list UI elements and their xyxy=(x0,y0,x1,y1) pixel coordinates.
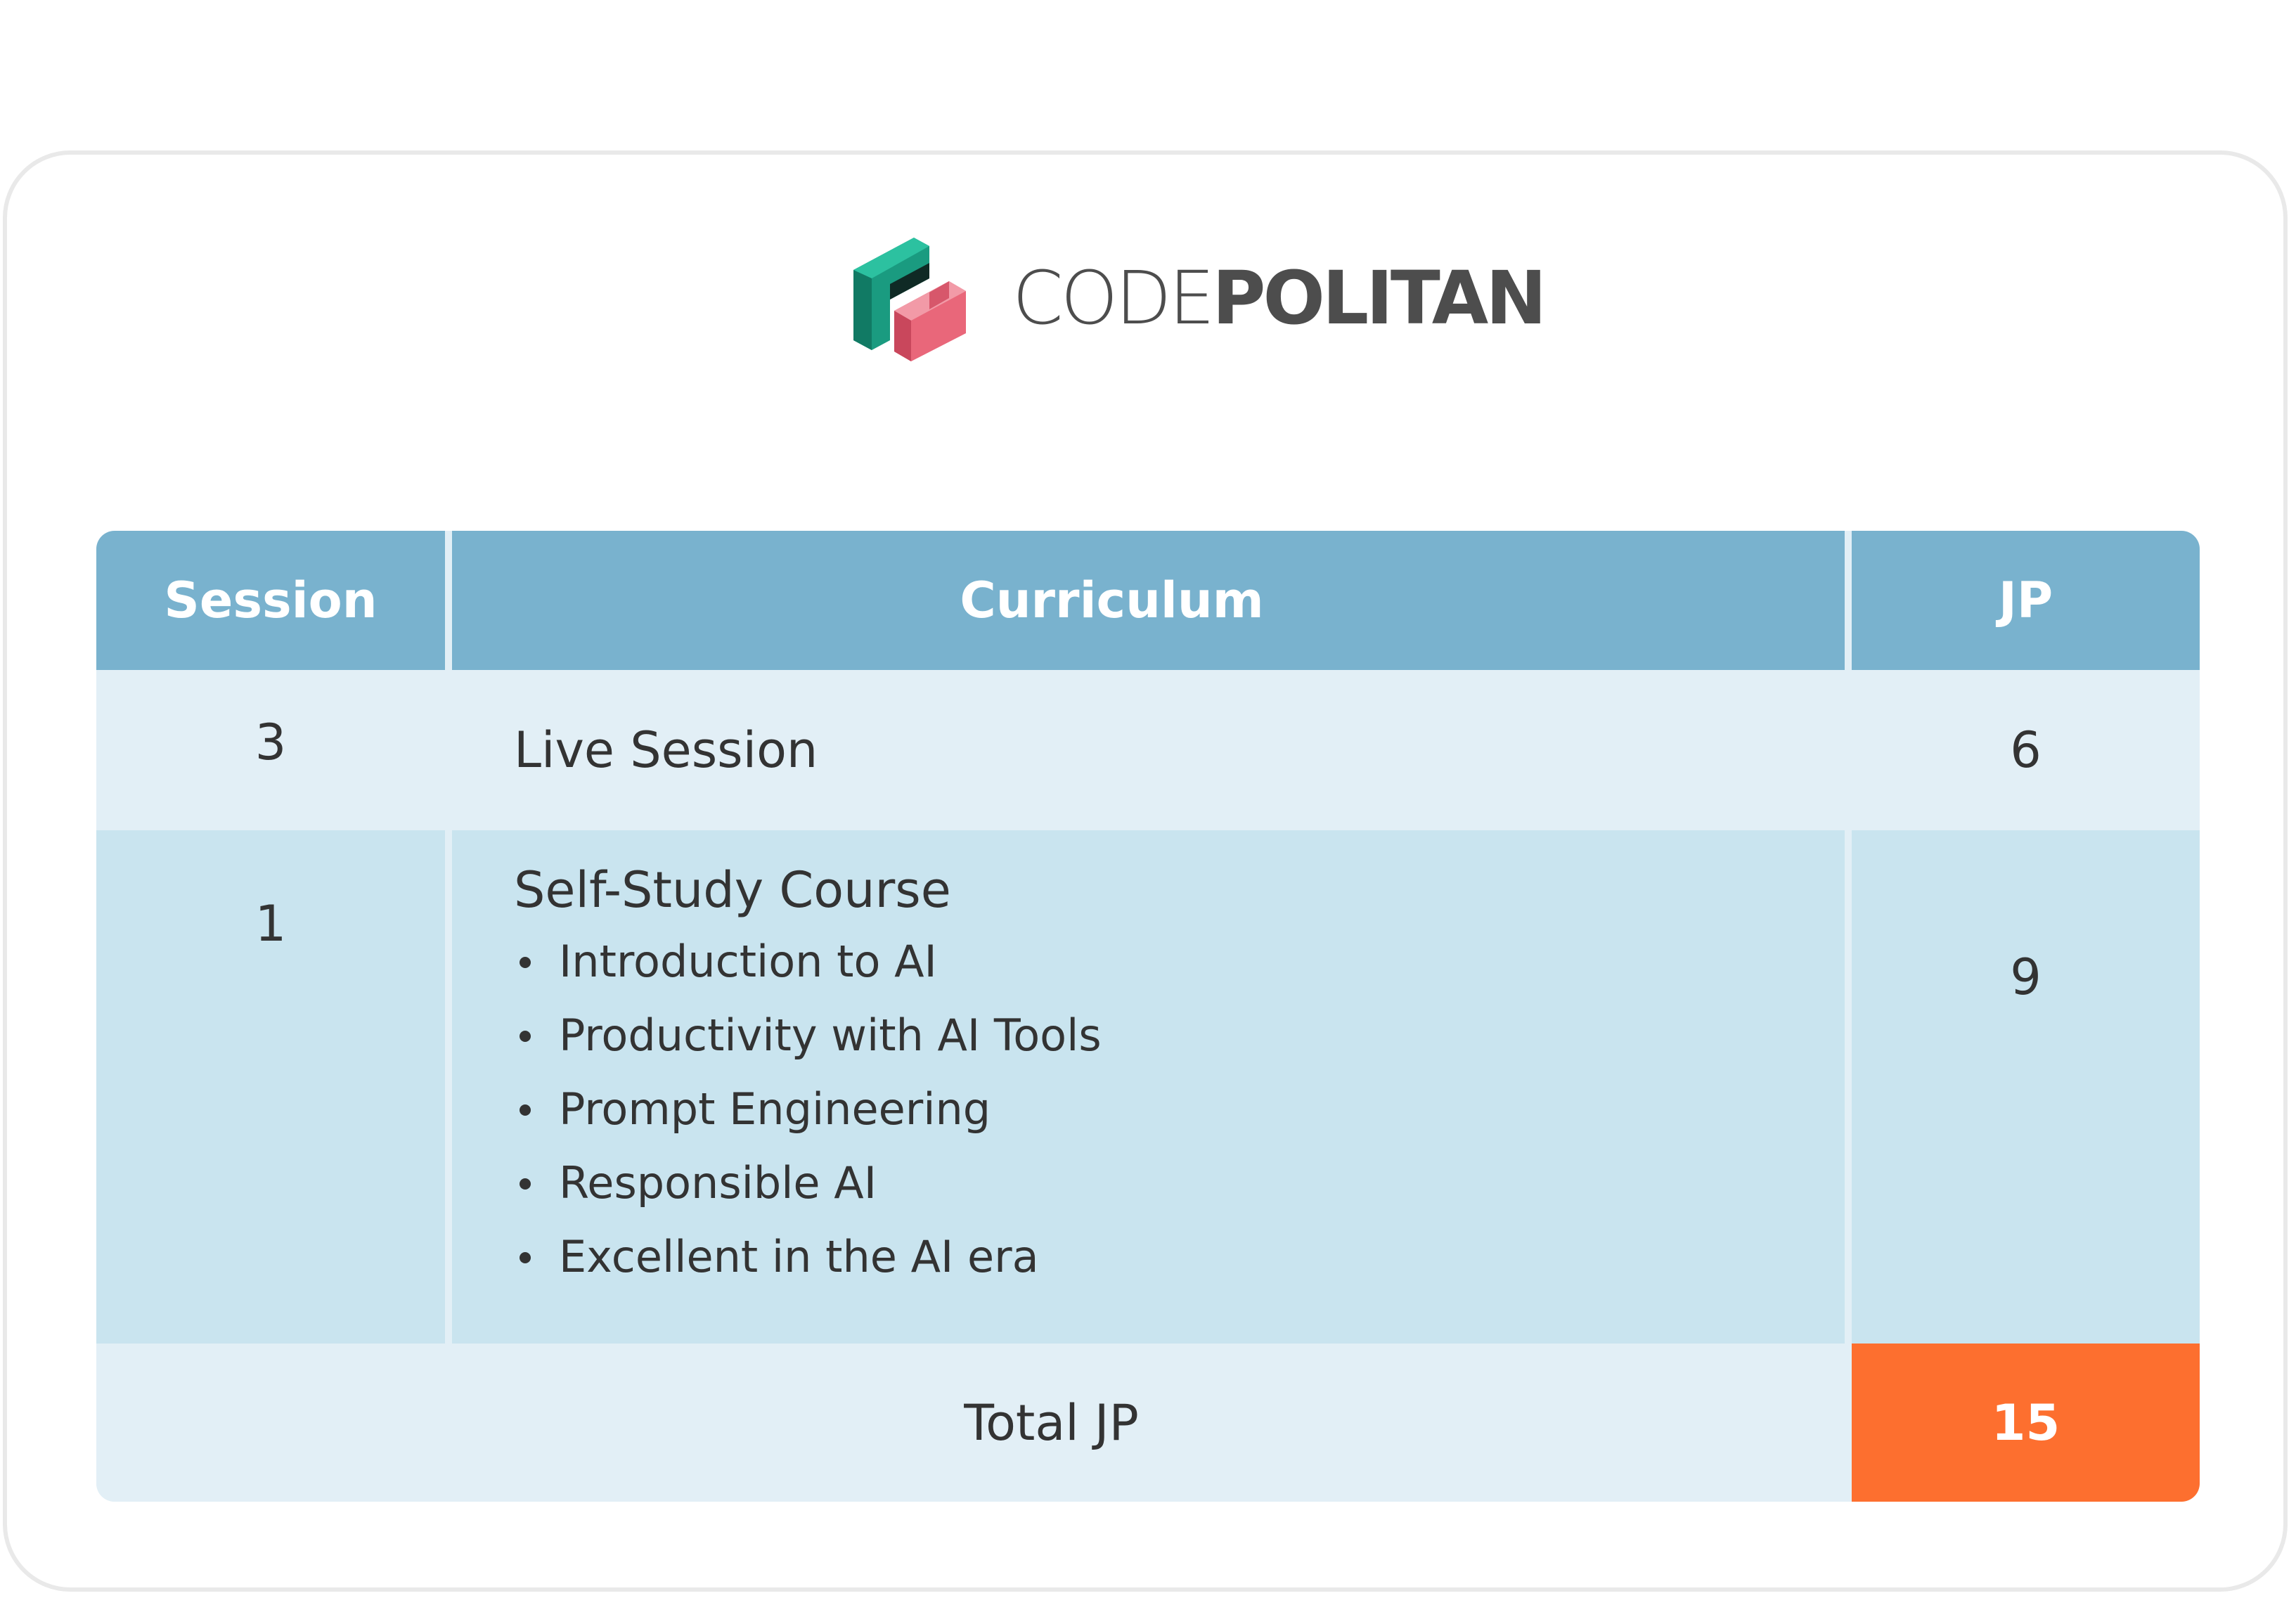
list-item: Excellent in the AI era xyxy=(514,1220,1102,1294)
row-2-jp: 9 xyxy=(1852,830,2200,1344)
codepolitan-logo-icon xyxy=(853,238,966,361)
total-label: Total JP xyxy=(96,1344,1852,1502)
list-item: Introduction to AI xyxy=(514,924,1102,998)
list-item: Prompt Engineering xyxy=(514,1072,1102,1146)
header-session: Session xyxy=(96,531,445,670)
row-2-title: Self-Study Course xyxy=(514,861,951,919)
wordmark-bold: POLITAN xyxy=(1212,255,1547,341)
row-1-jp: 6 xyxy=(1852,677,2200,823)
row-1-session: 3 xyxy=(96,677,445,823)
total-value: 15 xyxy=(1852,1344,2200,1502)
codepolitan-logo: CODEPOLITAN xyxy=(851,235,1547,361)
wordmark-light: CODE xyxy=(1012,255,1215,341)
row-1-title: Live Session xyxy=(514,721,818,779)
list-item: Productivity with AI Tools xyxy=(514,998,1102,1072)
codepolitan-wordmark: CODEPOLITAN xyxy=(1012,262,1547,335)
row-1-curriculum: Live Session xyxy=(452,677,1845,823)
header-curriculum: Curriculum xyxy=(452,531,1845,670)
header-jp: JP xyxy=(1852,531,2200,670)
course-topic-list: Introduction to AI Productivity with AI … xyxy=(514,924,1102,1294)
row-2-session: 1 xyxy=(96,830,445,1344)
row-2-curriculum: Self-Study Course Introduction to AI Pro… xyxy=(452,830,1845,1344)
curriculum-table: Session Curriculum JP 3 Live Session 6 1… xyxy=(96,531,2200,1502)
list-item: Responsible AI xyxy=(514,1146,1102,1220)
